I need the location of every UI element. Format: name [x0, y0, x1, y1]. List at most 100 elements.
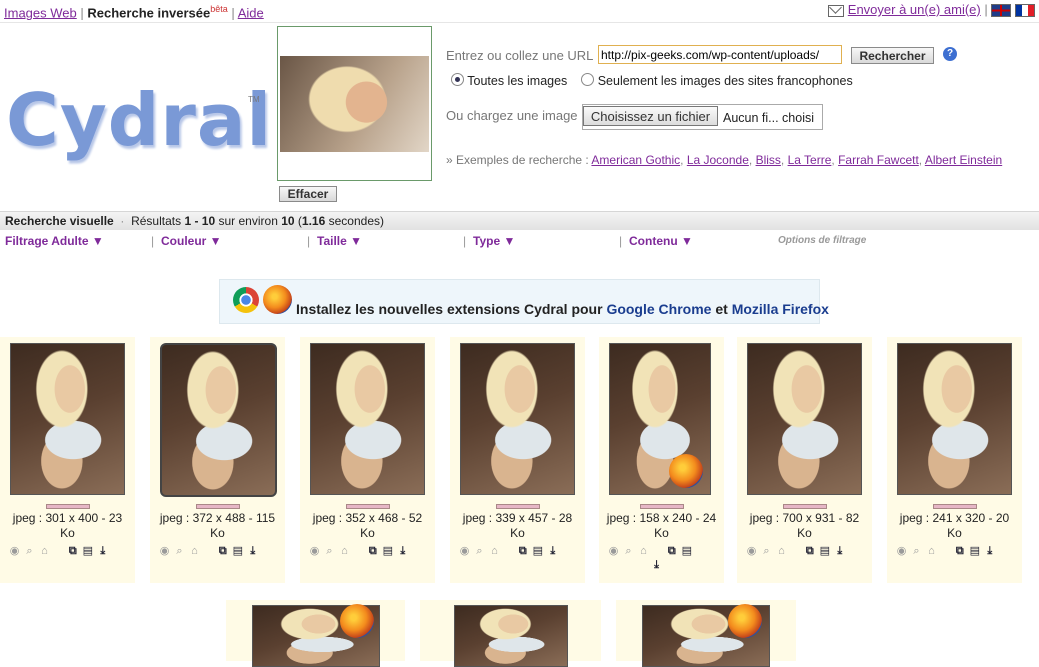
page-icon[interactable]: ▤: [81, 545, 94, 557]
result-info: jpeg : 339 x 457 - 28: [462, 511, 573, 525]
result-card: jpeg : 352 x 468 - 52 Ko ◉ ⌕ ⌂ ⧉ ▤ ⤓: [300, 337, 435, 583]
download-icon[interactable]: ⤓: [546, 545, 559, 557]
page-icon[interactable]: ▤: [680, 545, 693, 557]
result-info: jpeg : 700 x 931 - 82: [749, 511, 860, 525]
filter-separator: |: [151, 234, 155, 248]
filter-size[interactable]: Taille ▼: [317, 234, 362, 248]
download-icon[interactable]: ⤓: [833, 545, 846, 557]
similar-search-icon[interactable]: ⌂: [338, 545, 351, 557]
zoom-icon[interactable]: ⌕: [760, 545, 773, 557]
download-icon[interactable]: ⤓: [96, 545, 109, 557]
result-thumbnail[interactable]: [897, 343, 1012, 495]
copy-icon[interactable]: ⧉: [366, 545, 379, 557]
download-icon[interactable]: ⤓: [983, 545, 996, 557]
similar-search-icon[interactable]: ⌂: [637, 545, 650, 557]
eye-icon[interactable]: ◉: [158, 545, 171, 557]
eye-icon[interactable]: ◉: [607, 545, 620, 557]
similar-search-icon[interactable]: ⌂: [188, 545, 201, 557]
result-card: [226, 600, 405, 667]
send-to-friend-link[interactable]: Envoyer à un(e) ami(e): [848, 2, 981, 17]
zoom-icon[interactable]: ⌕: [622, 545, 635, 557]
uk-flag-icon[interactable]: [991, 4, 1012, 18]
result-info: jpeg : 158 x 240 - 24: [606, 511, 717, 525]
nav-images-web[interactable]: Images Web: [4, 5, 77, 20]
result-thumbnail[interactable]: [10, 343, 125, 495]
zoom-icon[interactable]: ⌕: [23, 545, 36, 557]
clear-button[interactable]: Effacer: [279, 186, 337, 202]
page-icon[interactable]: ▤: [531, 545, 544, 557]
example-link[interactable]: Bliss: [756, 153, 781, 167]
separator: |: [984, 2, 988, 17]
page-icon[interactable]: ▤: [231, 545, 244, 557]
similar-search-icon[interactable]: ⌂: [38, 545, 51, 557]
mail-icon: [828, 4, 845, 17]
copy-icon[interactable]: ⧉: [803, 545, 816, 557]
copy-icon[interactable]: ⧉: [216, 545, 229, 557]
url-label: Entrez ou collez une URL: [446, 48, 594, 63]
result-info: jpeg : 352 x 468 - 52: [312, 511, 423, 525]
nav-help[interactable]: Aide: [238, 5, 264, 20]
similar-search-icon[interactable]: ⌂: [775, 545, 788, 557]
eye-icon[interactable]: ◉: [458, 545, 471, 557]
radio-all-images[interactable]: [451, 73, 464, 86]
copy-icon[interactable]: ⧉: [516, 545, 529, 557]
result-thumbnail[interactable]: [747, 343, 862, 495]
similar-search-icon[interactable]: ⌂: [488, 545, 501, 557]
example-link[interactable]: Albert Einstein: [925, 153, 1002, 167]
separator: |: [80, 5, 84, 21]
filter-color[interactable]: Couleur ▼: [161, 234, 222, 248]
eye-icon[interactable]: ◉: [745, 545, 758, 557]
search-button[interactable]: Rechercher: [851, 47, 934, 64]
zoom-icon[interactable]: ⌕: [910, 545, 923, 557]
result-thumbnail[interactable]: [454, 605, 568, 667]
copy-icon[interactable]: ⧉: [665, 545, 678, 557]
copy-icon[interactable]: ⧉: [953, 545, 966, 557]
filter-type[interactable]: Type ▼: [473, 234, 515, 248]
result-info-unit: Ko: [360, 526, 375, 540]
similar-search-icon[interactable]: ⌂: [925, 545, 938, 557]
fr-flag-icon[interactable]: [1015, 4, 1035, 18]
copy-icon[interactable]: ⧉: [66, 545, 79, 557]
page-icon[interactable]: ▤: [818, 545, 831, 557]
page-icon[interactable]: ▤: [968, 545, 981, 557]
zoom-icon[interactable]: ⌕: [173, 545, 186, 557]
eye-icon[interactable]: ◉: [895, 545, 908, 557]
result-thumbnail[interactable]: [460, 343, 575, 495]
download-icon[interactable]: ⤓: [650, 559, 663, 571]
result-info: jpeg : 301 x 400 - 23: [12, 511, 123, 525]
result-thumbnail[interactable]: [310, 343, 425, 495]
choose-file-button[interactable]: Choisissez un fichier: [583, 106, 718, 126]
beta-badge: bêta: [210, 4, 228, 14]
result-thumbnail[interactable]: [160, 343, 277, 497]
chrome-extension-link[interactable]: Google Chrome: [606, 301, 711, 317]
result-info: jpeg : 241 x 320 - 20: [899, 511, 1010, 525]
eye-icon[interactable]: ◉: [308, 545, 321, 557]
results-time: 1.16: [301, 214, 326, 228]
zoom-icon[interactable]: ⌕: [473, 545, 486, 557]
result-card: jpeg : 241 x 320 - 20 Ko ◉ ⌕ ⌂ ⧉ ▤ ⤓: [887, 337, 1022, 583]
result-info-unit: Ko: [60, 526, 75, 540]
filter-options-link[interactable]: Options de filtrage: [778, 235, 866, 246]
example-link[interactable]: Farrah Fawcett: [838, 153, 919, 167]
example-link[interactable]: American Gothic: [591, 153, 680, 167]
filter-adult[interactable]: Filtrage Adulte ▼: [5, 234, 104, 248]
filter-content[interactable]: Contenu ▼: [629, 234, 693, 248]
firefox-extension-link[interactable]: Mozilla Firefox: [732, 301, 829, 317]
radio-francophone[interactable]: [581, 73, 595, 86]
similarity-bar: [933, 504, 977, 509]
zoom-icon[interactable]: ⌕: [323, 545, 336, 557]
extension-banner-and: et: [715, 301, 728, 317]
page-icon[interactable]: ▤: [381, 545, 394, 557]
download-icon[interactable]: ⤓: [246, 545, 259, 557]
results-summary-mid: sur environ: [218, 214, 278, 228]
radio-francophone-label: Seulement les images des sites francopho…: [597, 74, 853, 88]
example-link[interactable]: La Joconde: [687, 153, 749, 167]
eye-icon[interactable]: ◉: [8, 545, 21, 557]
example-link[interactable]: La Terre: [788, 153, 832, 167]
download-icon[interactable]: ⤓: [396, 545, 409, 557]
results-time-suffix: secondes: [328, 214, 380, 228]
result-info-unit: Ko: [654, 526, 669, 540]
help-icon[interactable]: ?: [943, 47, 957, 61]
url-input[interactable]: [598, 45, 842, 64]
extension-banner-text: Installez les nouvelles extensions Cydra…: [296, 301, 603, 317]
